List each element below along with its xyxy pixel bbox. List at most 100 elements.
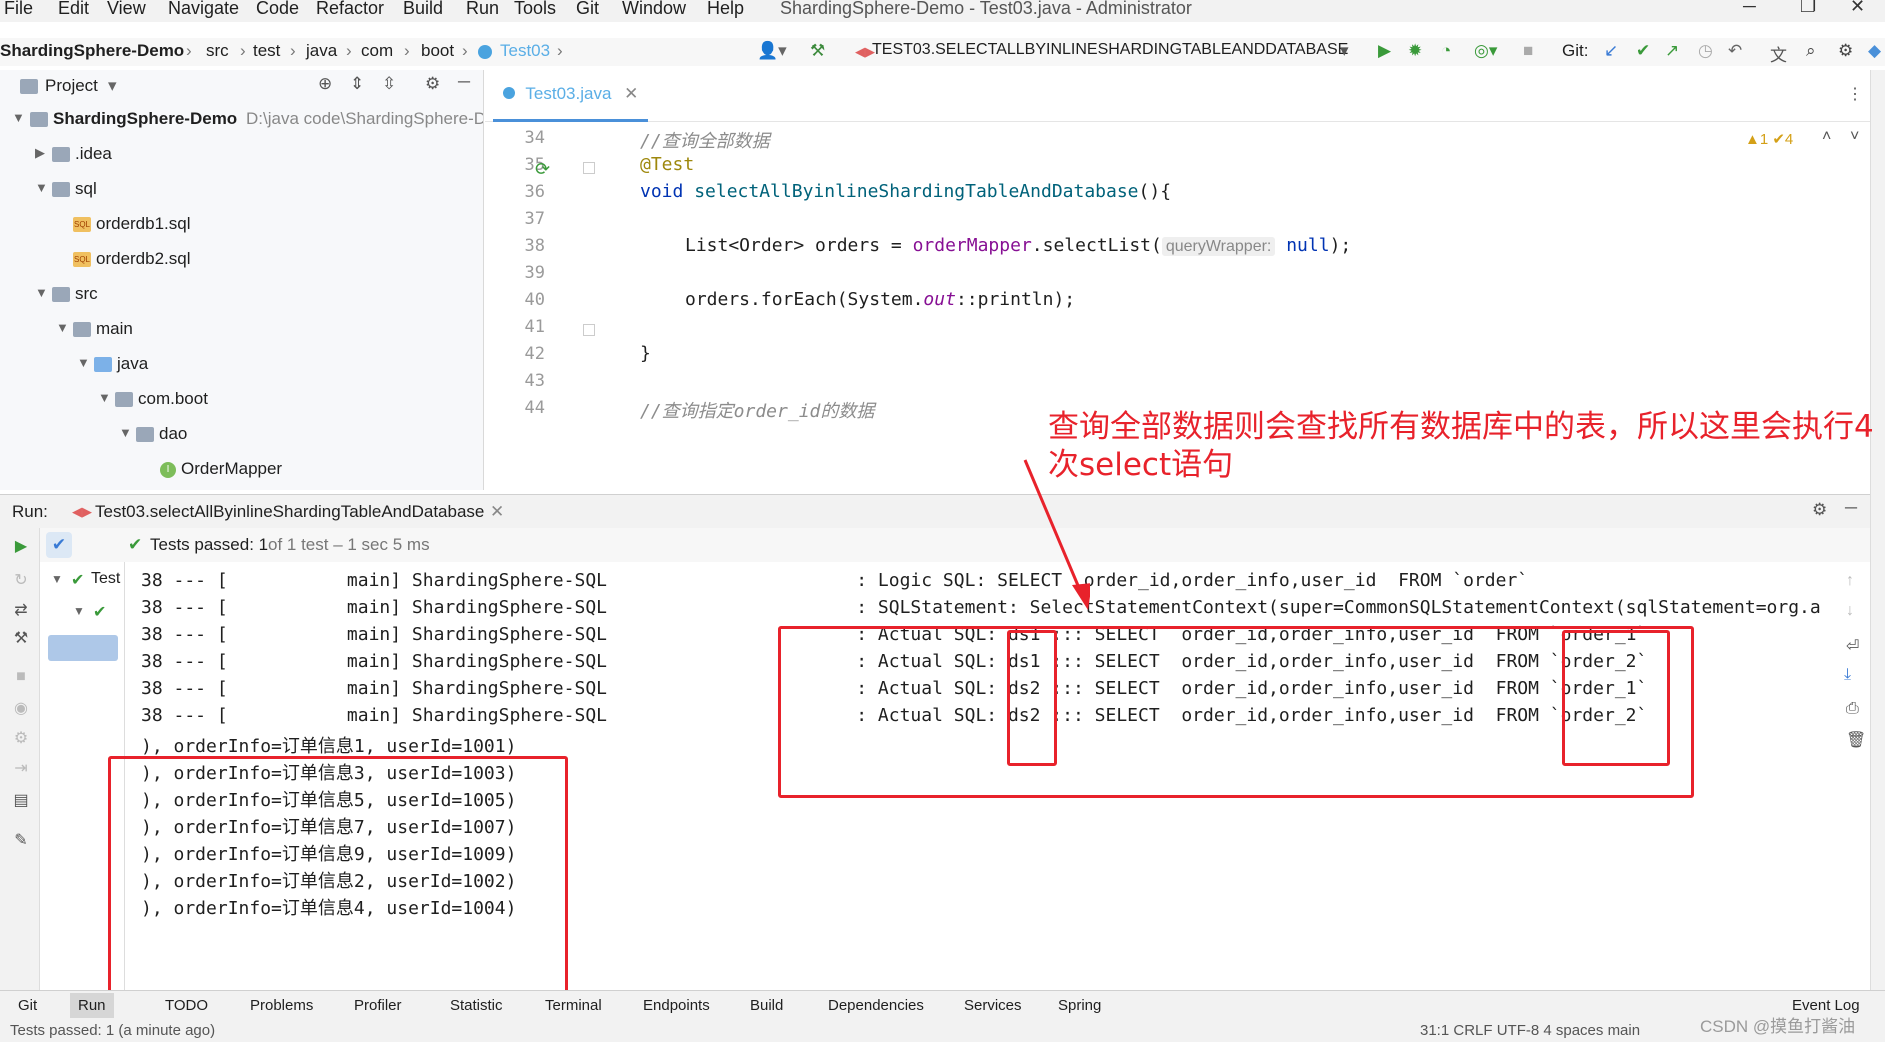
chevron-down-icon[interactable]: ▼ bbox=[77, 355, 90, 370]
chevron-down-icon[interactable]: ▼ bbox=[56, 320, 69, 335]
menu-window[interactable]: Window bbox=[622, 0, 686, 19]
breadcrumb-boot[interactable]: boot bbox=[421, 41, 454, 61]
more-options-icon[interactable]: ⋮ bbox=[1847, 84, 1863, 104]
bottom-tab-statistic[interactable]: Statistic bbox=[450, 997, 503, 1014]
expand-all-icon[interactable]: ⇕ bbox=[350, 74, 364, 94]
tree-item-sql[interactable]: ▼ sql bbox=[0, 174, 483, 208]
toggle-auto-test-icon[interactable]: ⇄ bbox=[12, 600, 30, 619]
run-config-select[interactable]: TEST03.SELECTALLBYINLINESHARDINGTABLEAND… bbox=[872, 41, 1348, 59]
settings-wrench-icon[interactable]: ⚒ bbox=[12, 628, 30, 647]
run-icon[interactable]: ▶ bbox=[1378, 41, 1391, 61]
minimize-icon[interactable]: ─ bbox=[1743, 0, 1756, 17]
rerun-failed-icon[interactable]: ↻ bbox=[12, 570, 30, 589]
breadcrumb-class[interactable]: Test03 bbox=[500, 41, 550, 61]
close-icon[interactable]: ✕ bbox=[1850, 0, 1865, 17]
history-icon[interactable]: ◷ bbox=[1698, 41, 1713, 61]
exit-icon[interactable]: ⇥ bbox=[12, 758, 30, 777]
git-commit-icon[interactable]: ✔ bbox=[1636, 41, 1650, 61]
bottom-tab-endpoints[interactable]: Endpoints bbox=[643, 997, 710, 1014]
stop-icon[interactable]: ■ bbox=[1523, 41, 1533, 61]
menu-view[interactable]: View bbox=[107, 0, 146, 19]
translate-icon[interactable]: 文 bbox=[1770, 41, 1787, 66]
hide-panel-icon[interactable]: ─ bbox=[1845, 498, 1857, 518]
tree-item-project-root[interactable]: ▼ ShardingSphere-Demo D:\java code\Shard… bbox=[0, 104, 483, 138]
gear-icon[interactable]: ⚙ bbox=[1838, 41, 1853, 61]
tree-item-dao[interactable]: ▼ dao bbox=[0, 419, 483, 453]
layout-icon[interactable]: ▤ bbox=[12, 790, 30, 809]
breadcrumb-project[interactable]: ShardingSphere-Demo bbox=[0, 41, 184, 61]
menu-git[interactable]: Git bbox=[576, 0, 599, 19]
chevron-down-icon[interactable]: ▼ bbox=[35, 285, 48, 300]
chevron-down-icon[interactable]: ▼ bbox=[51, 572, 63, 586]
camera-icon[interactable]: ◉ bbox=[12, 698, 30, 717]
close-tab-icon[interactable]: ✕ bbox=[490, 502, 504, 522]
bottom-tab-dependencies[interactable]: Dependencies bbox=[828, 997, 924, 1014]
restore-icon[interactable]: ❐ bbox=[1800, 0, 1816, 17]
menu-file[interactable]: File bbox=[4, 0, 33, 19]
test-tree-item[interactable]: Test bbox=[91, 570, 120, 588]
menu-edit[interactable]: Edit bbox=[58, 0, 89, 19]
breadcrumb-com[interactable]: com bbox=[361, 41, 393, 61]
search-icon[interactable]: ⌕ bbox=[1806, 41, 1816, 61]
bottom-tab-build[interactable]: Build bbox=[750, 997, 783, 1014]
arrow-down-icon[interactable]: ↓ bbox=[1846, 602, 1854, 620]
project-panel-title[interactable]: Project bbox=[45, 76, 98, 96]
stop-icon[interactable]: ■ bbox=[12, 668, 30, 686]
run-test-gutter-icon[interactable]: ⟳ bbox=[535, 159, 550, 180]
tree-item-java[interactable]: ▼ java bbox=[0, 349, 483, 383]
hammer-icon[interactable]: ⚒ bbox=[810, 41, 825, 61]
bottom-tab-todo[interactable]: TODO bbox=[165, 997, 208, 1014]
debug-icon[interactable]: ✹ bbox=[1408, 41, 1422, 61]
print-icon[interactable]: ⎙ bbox=[1846, 700, 1859, 718]
bottom-tab-profiler[interactable]: Profiler bbox=[354, 997, 402, 1014]
locate-icon[interactable]: ⊕ bbox=[318, 74, 332, 94]
menu-help[interactable]: Help bbox=[707, 0, 744, 19]
chevron-down-icon[interactable]: ▼ bbox=[98, 390, 111, 405]
gear-icon[interactable]: ⚙ bbox=[12, 728, 30, 747]
tree-item-ordermapper[interactable]: I OrderMapper bbox=[0, 454, 483, 488]
breadcrumb-java[interactable]: java bbox=[306, 41, 337, 61]
fold-icon[interactable] bbox=[583, 324, 595, 336]
tree-item-idea[interactable]: ▶ .idea bbox=[0, 139, 483, 173]
run-tab[interactable]: Test03.selectAllByinlineShardingTableAnd… bbox=[95, 502, 485, 531]
trash-icon[interactable]: 🗑 bbox=[1846, 730, 1866, 750]
menu-refactor[interactable]: Refactor bbox=[316, 0, 384, 19]
profile-icon[interactable]: ◎▾ bbox=[1474, 41, 1497, 61]
tree-item-orderdb1[interactable]: SQL orderdb1.sql bbox=[0, 209, 483, 243]
menu-tools[interactable]: Tools bbox=[514, 0, 556, 19]
rerun-icon[interactable]: ▶ bbox=[12, 536, 30, 555]
chevron-down-icon[interactable]: ▾ bbox=[108, 76, 117, 96]
bottom-tab-services[interactable]: Services bbox=[964, 997, 1022, 1014]
check-toggle-icon[interactable]: ✔ bbox=[46, 532, 72, 558]
chevron-down-icon[interactable]: ▼ bbox=[35, 180, 48, 195]
tree-item-com-boot[interactable]: ▼ com.boot bbox=[0, 384, 483, 418]
breadcrumb-test[interactable]: test bbox=[253, 41, 280, 61]
tree-item-main[interactable]: ▼ main bbox=[0, 314, 483, 348]
tree-item-orderdb2[interactable]: SQL orderdb2.sql bbox=[0, 244, 483, 278]
scroll-to-end-icon[interactable]: ⤓ bbox=[1844, 666, 1851, 684]
chevron-down-icon[interactable]: ▾ bbox=[1340, 41, 1349, 61]
gear-icon[interactable]: ⚙ bbox=[1812, 500, 1827, 520]
bottom-tab-terminal[interactable]: Terminal bbox=[545, 997, 602, 1014]
chevron-down-icon[interactable]: ▼ bbox=[119, 425, 132, 440]
arrow-up-icon[interactable]: ↑ bbox=[1846, 572, 1854, 590]
rollback-icon[interactable]: ↶ bbox=[1728, 41, 1742, 61]
chevron-down-icon[interactable]: ▼ bbox=[73, 604, 85, 618]
close-tab-icon[interactable]: ✕ bbox=[624, 84, 638, 103]
menu-build[interactable]: Build bbox=[403, 0, 443, 19]
collapse-all-icon[interactable]: ⇳ bbox=[382, 74, 396, 94]
coverage-icon[interactable]: ◔ bbox=[1441, 41, 1451, 61]
selected-test-row[interactable] bbox=[48, 635, 118, 661]
status-right[interactable]: 31:1 CRLF UTF-8 4 spaces main bbox=[1420, 1022, 1640, 1039]
inspection-widget[interactable]: ▲1 ✔4 bbox=[1745, 130, 1793, 148]
tree-item-src[interactable]: ▼ src bbox=[0, 279, 483, 313]
git-push-icon[interactable]: ↗ bbox=[1665, 41, 1679, 61]
git-update-icon[interactable]: ↙ bbox=[1604, 41, 1618, 61]
menu-code[interactable]: Code bbox=[256, 0, 299, 19]
menu-run[interactable]: Run bbox=[466, 0, 499, 19]
editor-tab-test03[interactable]: Test03.java ✕ bbox=[493, 80, 649, 122]
hide-panel-icon[interactable]: ─ bbox=[458, 72, 470, 92]
bottom-tab-git[interactable]: Git bbox=[18, 997, 37, 1014]
user-icon[interactable]: 👤▾ bbox=[757, 41, 787, 61]
chevron-down-icon[interactable]: ▼ bbox=[12, 110, 25, 125]
